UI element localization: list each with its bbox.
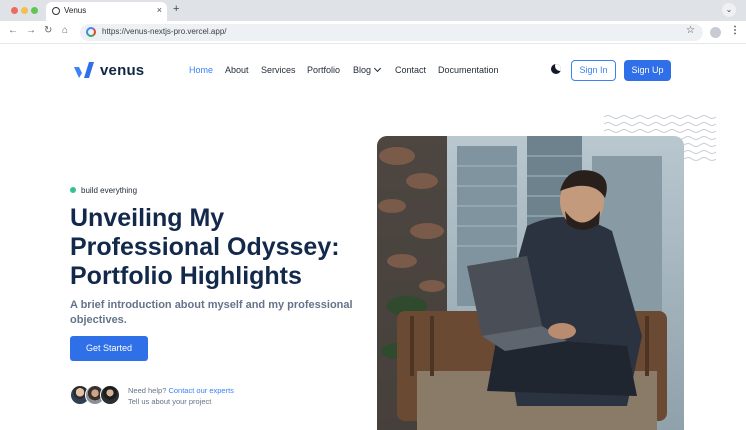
window-maximize-button[interactable]	[31, 7, 38, 14]
close-icon[interactable]: ×	[157, 5, 162, 15]
nav-blog-label: Blog	[353, 65, 372, 75]
kebab-menu-icon[interactable]: ⋮	[730, 25, 740, 36]
logo-text: venus	[100, 62, 145, 79]
logo-mark-icon	[74, 62, 94, 78]
sign-in-button[interactable]: Sign In	[571, 60, 616, 81]
browser-tab-bar: Venus × + ⌄	[0, 0, 746, 21]
browser-tab[interactable]: Venus ×	[46, 2, 167, 21]
badge-dot-icon	[70, 186, 76, 193]
avatar	[100, 385, 120, 405]
nav-home[interactable]: Home	[189, 65, 213, 75]
url-field[interactable]: https://venus-nextjs-pro.vercel.app/ ☆	[80, 24, 703, 41]
tab-search-chevron-icon[interactable]: ⌄	[722, 3, 736, 17]
hero-title: Unveiling My Professional Odyssey: Portf…	[70, 204, 340, 290]
back-arrow-icon[interactable]: ←	[8, 25, 18, 36]
nav-contact[interactable]: Contact	[395, 65, 426, 75]
hero-subtitle: A brief introduction about myself and my…	[70, 299, 353, 326]
url-text[interactable]: https://venus-nextjs-pro.vercel.app/	[102, 27, 227, 36]
help-line: Need help? Contact our experts	[128, 386, 234, 395]
window-close-button[interactable]	[11, 7, 18, 14]
get-started-button[interactable]: Get Started	[70, 336, 148, 361]
contact-experts-link[interactable]: Contact our experts	[168, 386, 233, 395]
nav-blog[interactable]: Blog	[353, 64, 382, 75]
nav-services[interactable]: Services	[261, 65, 296, 75]
sign-up-button[interactable]: Sign Up	[624, 60, 671, 81]
moon-icon[interactable]	[551, 64, 561, 74]
tab-favicon-icon	[52, 7, 60, 15]
help-prefix: Need help?	[128, 386, 167, 395]
plus-icon[interactable]: +	[173, 3, 179, 15]
star-icon[interactable]: ☆	[686, 25, 695, 36]
home-icon[interactable]: ⌂	[62, 25, 68, 36]
hero-badge: build everything	[70, 186, 137, 195]
forward-arrow-icon[interactable]: →	[26, 25, 36, 36]
hero-photo	[377, 136, 684, 430]
browser-address-bar: ← → ↻ ⌂ https://venus-nextjs-pro.vercel.…	[0, 21, 746, 44]
expert-avatars	[70, 385, 126, 407]
nav-portfolio[interactable]: Portfolio	[307, 65, 340, 75]
window-minimize-button[interactable]	[21, 7, 28, 14]
man-with-laptop-image	[377, 136, 684, 430]
tab-title: Venus	[64, 6, 87, 15]
chevron-down-icon	[373, 64, 382, 73]
google-icon	[86, 27, 96, 37]
reload-icon[interactable]: ↻	[44, 25, 52, 36]
profile-icon[interactable]	[710, 27, 721, 38]
help-line-2: Tell us about your project	[128, 397, 212, 406]
badge-text: build everything	[81, 186, 138, 195]
nav-documentation[interactable]: Documentation	[438, 65, 499, 75]
nav-about[interactable]: About	[225, 65, 249, 75]
